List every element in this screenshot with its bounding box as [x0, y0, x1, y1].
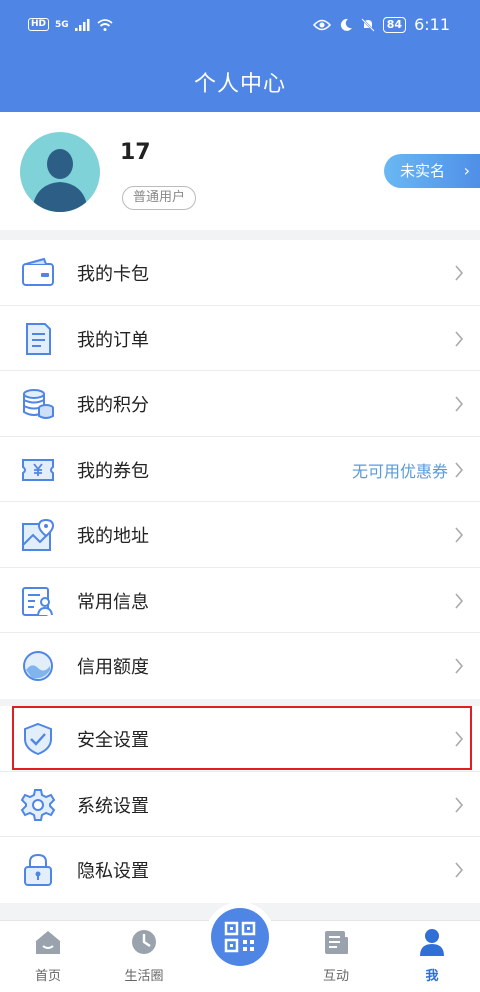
tab-label: 互动 [322, 969, 349, 984]
tab-label: 首页 [34, 969, 61, 984]
bell-off-icon [361, 17, 375, 32]
tab-interaction[interactable]: 互动 [296, 927, 376, 984]
eye-icon [312, 19, 331, 30]
tab-life-circle[interactable]: 生活圈 [104, 927, 184, 984]
tab-label: 生活圈 [124, 969, 164, 984]
signal-icon [74, 18, 90, 31]
avatar-silhouette-icon [32, 149, 88, 212]
document-icon [26, 322, 51, 355]
qr-code-icon [224, 921, 256, 953]
lock-icon [24, 853, 52, 886]
wallet-icon [22, 257, 54, 286]
menu-item-address[interactable]: 我的地址 [0, 502, 480, 568]
contact-card-icon [22, 586, 53, 616]
verify-label: 未实名 [400, 162, 446, 180]
tab-me[interactable]: 我 [392, 927, 472, 984]
moon-icon [340, 18, 352, 31]
credit-gauge-icon [23, 651, 53, 681]
menu-label: 我的积分 [77, 395, 149, 416]
map-pin-icon [22, 518, 55, 551]
chevron-right-icon [455, 796, 464, 813]
status-bar: HD 5G 84 6:11 [0, 0, 480, 52]
menu-item-system-settings[interactable]: 系统设置 [0, 772, 480, 837]
chevron-right-icon: › [463, 161, 470, 180]
coupon-icon [22, 458, 54, 481]
menu-label: 我的地址 [77, 526, 149, 547]
profile-card[interactable]: 17 普通用户 未实名 › [0, 112, 480, 230]
menu-label: 我的券包 [77, 460, 149, 482]
menu-item-coupons[interactable]: 我的券包 无可用优惠券 [0, 437, 480, 502]
qr-scan-button[interactable] [211, 908, 269, 966]
chevron-right-icon [455, 658, 464, 674]
chevron-right-icon [455, 592, 464, 609]
username: 17 [120, 140, 151, 165]
coupon-status: 无可用优惠券 [351, 461, 448, 481]
menu-item-points[interactable]: 我的积分 [0, 371, 480, 437]
chevron-right-icon [455, 265, 464, 281]
battery-indicator: 84 [382, 16, 407, 33]
verify-identity-button[interactable]: 未实名 › [384, 154, 480, 188]
network-label: 5G [55, 19, 69, 30]
tab-label: 我 [425, 969, 439, 984]
menu-label: 我的卡包 [77, 264, 149, 285]
gear-icon [20, 788, 56, 821]
menu-item-common-info[interactable]: 常用信息 [0, 568, 480, 633]
user-icon [420, 929, 444, 956]
tab-home[interactable]: 首页 [8, 927, 88, 984]
life-circle-icon [132, 930, 156, 954]
page-title: 个人中心 [193, 72, 286, 97]
header: 个人中心 [0, 52, 480, 112]
menu-label: 我的订单 [77, 329, 149, 351]
user-type-badge: 普通用户 [122, 186, 197, 210]
hd-badge: HD [28, 18, 50, 31]
chevron-right-icon [455, 330, 464, 347]
status-right: 84 6:11 [312, 15, 450, 34]
menu-item-orders[interactable]: 我的订单 [0, 306, 480, 371]
chevron-right-icon [455, 862, 464, 878]
wifi-icon [97, 18, 113, 31]
menu-label: 隐私设置 [77, 861, 149, 882]
menu-label: 系统设置 [77, 795, 149, 817]
home-icon [36, 931, 60, 954]
menu-group-account: 我的卡包 我的订单 我的积分 我的券包 无可用优惠券 我的地址 常用信息 信用额… [0, 240, 480, 699]
menu-group-settings: 安全设置 系统设置 隐私设置 [0, 706, 480, 903]
chevron-right-icon [455, 731, 464, 747]
chevron-right-icon [455, 527, 464, 543]
menu-label: 信用额度 [77, 657, 149, 678]
chevron-right-icon [455, 396, 464, 412]
status-left: HD 5G [28, 18, 113, 31]
clock: 6:11 [414, 15, 450, 34]
menu-item-privacy-settings[interactable]: 隐私设置 [0, 837, 480, 903]
shield-check-icon [24, 722, 52, 756]
chevron-right-icon [455, 461, 464, 478]
coins-icon [23, 389, 54, 419]
menu-label: 安全设置 [77, 730, 149, 751]
menu-label: 常用信息 [77, 591, 149, 613]
news-icon [325, 931, 348, 954]
avatar[interactable] [20, 132, 100, 212]
menu-item-card-wallet[interactable]: 我的卡包 [0, 240, 480, 306]
menu-item-credit-limit[interactable]: 信用额度 [0, 633, 480, 699]
menu-item-security-settings[interactable]: 安全设置 [0, 706, 480, 772]
